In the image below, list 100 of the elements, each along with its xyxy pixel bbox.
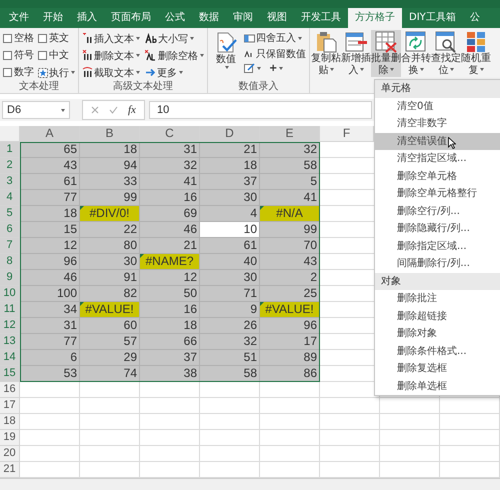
table-cell[interactable]: 100 xyxy=(20,286,80,302)
number-button[interactable]: 数值 xyxy=(211,31,241,70)
error-cell[interactable]: #VALUE! xyxy=(260,302,320,318)
table-cell[interactable]: 32 xyxy=(200,334,260,350)
ribbon-button[interactable]: 更多 xyxy=(145,65,204,80)
ribbon-tab[interactable]: 插入 xyxy=(70,8,104,28)
table-cell[interactable]: 4 xyxy=(200,206,260,222)
table-cell[interactable]: 46 xyxy=(20,270,80,286)
table-cell[interactable]: 77 xyxy=(20,190,80,206)
table-cell[interactable]: 99 xyxy=(80,190,140,206)
ribbon-button[interactable]: 截取文本 xyxy=(82,65,140,80)
select-all-button[interactable] xyxy=(0,126,20,142)
ribbon-button[interactable]: 大小写 xyxy=(145,31,204,46)
column-header[interactable]: E xyxy=(260,126,320,142)
ribbon-tab[interactable]: 视图 xyxy=(260,8,294,28)
table-cell[interactable]: 61 xyxy=(20,174,80,190)
table-cell[interactable]: 58 xyxy=(200,366,260,382)
table-cell[interactable]: 70 xyxy=(260,238,320,254)
ribbon-button[interactable] xyxy=(244,63,261,74)
table-cell[interactable]: 25 xyxy=(260,286,320,302)
formula-field[interactable]: 10 xyxy=(148,101,372,119)
table-cell[interactable]: 53 xyxy=(20,366,80,382)
tool-button[interactable]: 随机重复 xyxy=(461,30,491,77)
table-cell[interactable]: 12 xyxy=(140,270,200,286)
insert-function-button[interactable]: fx xyxy=(128,104,136,116)
table-cell[interactable]: 74 xyxy=(80,366,140,382)
table-cell[interactable]: 57 xyxy=(80,334,140,350)
tool-button[interactable]: 批量删除 xyxy=(371,30,401,77)
table-cell[interactable]: 58 xyxy=(260,158,320,174)
table-cell[interactable]: 41 xyxy=(140,174,200,190)
ribbon-button[interactable]: 删除空格 xyxy=(145,48,204,63)
ribbon-tab[interactable]: 文件 xyxy=(2,8,36,28)
menu-item[interactable]: 删除单选框 xyxy=(375,378,500,395)
table-cell[interactable]: 12 xyxy=(20,238,80,254)
table-cell[interactable]: 16 xyxy=(140,302,200,318)
table-cell[interactable]: 40 xyxy=(200,254,260,270)
table-cell[interactable]: 96 xyxy=(260,318,320,334)
ribbon-button[interactable]: 删除文本 xyxy=(82,48,140,63)
tool-button[interactable]: 合并转换 xyxy=(401,30,431,77)
row-header[interactable]: 11 xyxy=(0,302,20,318)
menu-item[interactable]: 清空错误值 xyxy=(375,132,500,150)
table-cell[interactable]: 82 xyxy=(80,286,140,302)
column-header[interactable]: A xyxy=(20,126,80,142)
row-header[interactable]: 15 xyxy=(0,366,20,382)
row-header[interactable]: 12 xyxy=(0,318,20,334)
column-header[interactable]: F xyxy=(320,126,374,142)
table-cell[interactable]: 30 xyxy=(80,254,140,270)
table-cell[interactable]: 2 xyxy=(260,270,320,286)
menu-item[interactable]: 清空非数字 xyxy=(375,115,500,132)
table-cell[interactable]: 77 xyxy=(20,334,80,350)
row-header[interactable]: 5 xyxy=(0,206,20,222)
row-header[interactable]: 17 xyxy=(0,398,20,414)
menu-item[interactable]: 删除指定区域... xyxy=(375,238,500,255)
table-cell[interactable]: 21 xyxy=(140,238,200,254)
table-cell[interactable]: 80 xyxy=(80,238,140,254)
checkbox[interactable]: 中文 xyxy=(38,48,75,62)
ribbon-tab[interactable]: 公 xyxy=(462,8,487,28)
table-cell[interactable]: 43 xyxy=(20,158,80,174)
table-cell[interactable]: 31 xyxy=(20,318,80,334)
table-cell[interactable]: 32 xyxy=(140,158,200,174)
menu-item[interactable]: 删除超链接 xyxy=(375,308,500,325)
column-header[interactable]: D xyxy=(200,126,260,142)
row-header[interactable]: 1 xyxy=(0,142,20,158)
table-cell[interactable]: 50 xyxy=(140,286,200,302)
table-cell[interactable]: 86 xyxy=(260,366,320,382)
ribbon-button[interactable]: 插入文本 xyxy=(82,31,140,46)
table-cell[interactable]: 26 xyxy=(200,318,260,334)
menu-item[interactable]: 删除空单元格整行 xyxy=(375,185,500,202)
table-cell[interactable]: 15 xyxy=(20,222,80,238)
table-cell[interactable]: 30 xyxy=(200,190,260,206)
menu-item[interactable]: 清空指定区域... xyxy=(375,150,500,168)
table-cell[interactable]: 94 xyxy=(80,158,140,174)
checkbox[interactable]: 符号 xyxy=(3,48,34,62)
table-cell[interactable]: 30 xyxy=(200,270,260,286)
table-cell[interactable]: 60 xyxy=(80,318,140,334)
table-cell[interactable]: 29 xyxy=(80,350,140,366)
row-header[interactable]: 10 xyxy=(0,286,20,302)
row-header[interactable]: 18 xyxy=(0,414,20,430)
table-cell[interactable]: 41 xyxy=(260,190,320,206)
ribbon-tab[interactable]: 审阅 xyxy=(226,8,260,28)
row-header[interactable]: 21 xyxy=(0,462,20,478)
row-header[interactable]: 14 xyxy=(0,350,20,366)
table-cell[interactable]: 91 xyxy=(80,270,140,286)
table-cell[interactable]: 18 xyxy=(140,318,200,334)
menu-item[interactable]: 删除条件格式... xyxy=(375,342,500,360)
menu-item[interactable]: 删除隐藏行/列... xyxy=(375,220,500,238)
table-cell[interactable]: 18 xyxy=(200,158,260,174)
table-cell[interactable]: 96 xyxy=(20,254,80,270)
ribbon-tab[interactable]: 公式 xyxy=(158,8,192,28)
error-cell[interactable]: #VALUE! xyxy=(80,302,140,318)
menu-item[interactable]: 删除对象 xyxy=(375,325,500,342)
ribbon-tab[interactable]: 数据 xyxy=(192,8,226,28)
table-cell[interactable]: 18 xyxy=(80,142,140,158)
menu-item[interactable]: 删除空单元格 xyxy=(375,168,500,185)
table-cell[interactable]: 5 xyxy=(260,174,320,190)
tool-button[interactable]: 查找定位 xyxy=(431,30,461,77)
table-cell[interactable]: 51 xyxy=(200,350,260,366)
table-cell[interactable]: 21 xyxy=(200,142,260,158)
name-box[interactable]: D6 xyxy=(2,101,70,119)
table-cell[interactable]: 69 xyxy=(140,206,200,222)
